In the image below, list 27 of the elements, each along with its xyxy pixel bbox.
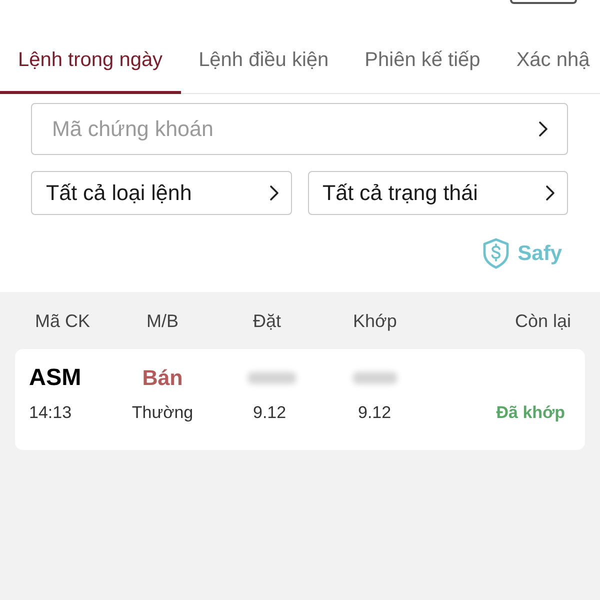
filter-label: Tất cả loại lệnh (46, 180, 192, 207)
order-card[interactable]: ASM Bán 14:13 Thường 9.12 9.12 Đã khớp (15, 349, 585, 450)
tab[interactable]: Phiên kế tiếp (346, 30, 498, 94)
tab[interactable]: Lệnh điều kiện (180, 30, 347, 94)
column-header: Còn lại (514, 310, 571, 332)
column-header: Đặt (252, 310, 282, 332)
column-header: M/B (146, 310, 178, 332)
order-type-text: Thường (132, 402, 194, 424)
filter-dropdown[interactable]: Tất cả trạng thái (308, 171, 568, 215)
symbol-text: ASM (29, 363, 82, 392)
filter-label: Tất cả trạng thái (322, 180, 478, 207)
header-button[interactable] (510, 0, 577, 4)
chevron-right-icon (545, 185, 555, 201)
column-header: Mã CK (34, 310, 90, 332)
time-text: 14:13 (29, 402, 72, 424)
column-header: Khớp (353, 310, 397, 332)
side-text: Bán (142, 364, 183, 392)
shield-dollar-icon (482, 238, 509, 269)
status-text: Đã khớp (496, 402, 565, 424)
price-text: 9.12 (253, 402, 286, 424)
chevron-right-icon (268, 185, 278, 201)
tab[interactable]: Lệnh trong ngày (0, 30, 181, 94)
filter-dropdown[interactable]: Tất cả loại lệnh (31, 171, 292, 215)
chevron-right-icon (538, 121, 548, 137)
search-field[interactable]: Mã chứng khoán (31, 103, 568, 155)
matched-price-text: 9.12 (358, 402, 392, 424)
tab[interactable]: Xác nhậ (498, 30, 600, 94)
